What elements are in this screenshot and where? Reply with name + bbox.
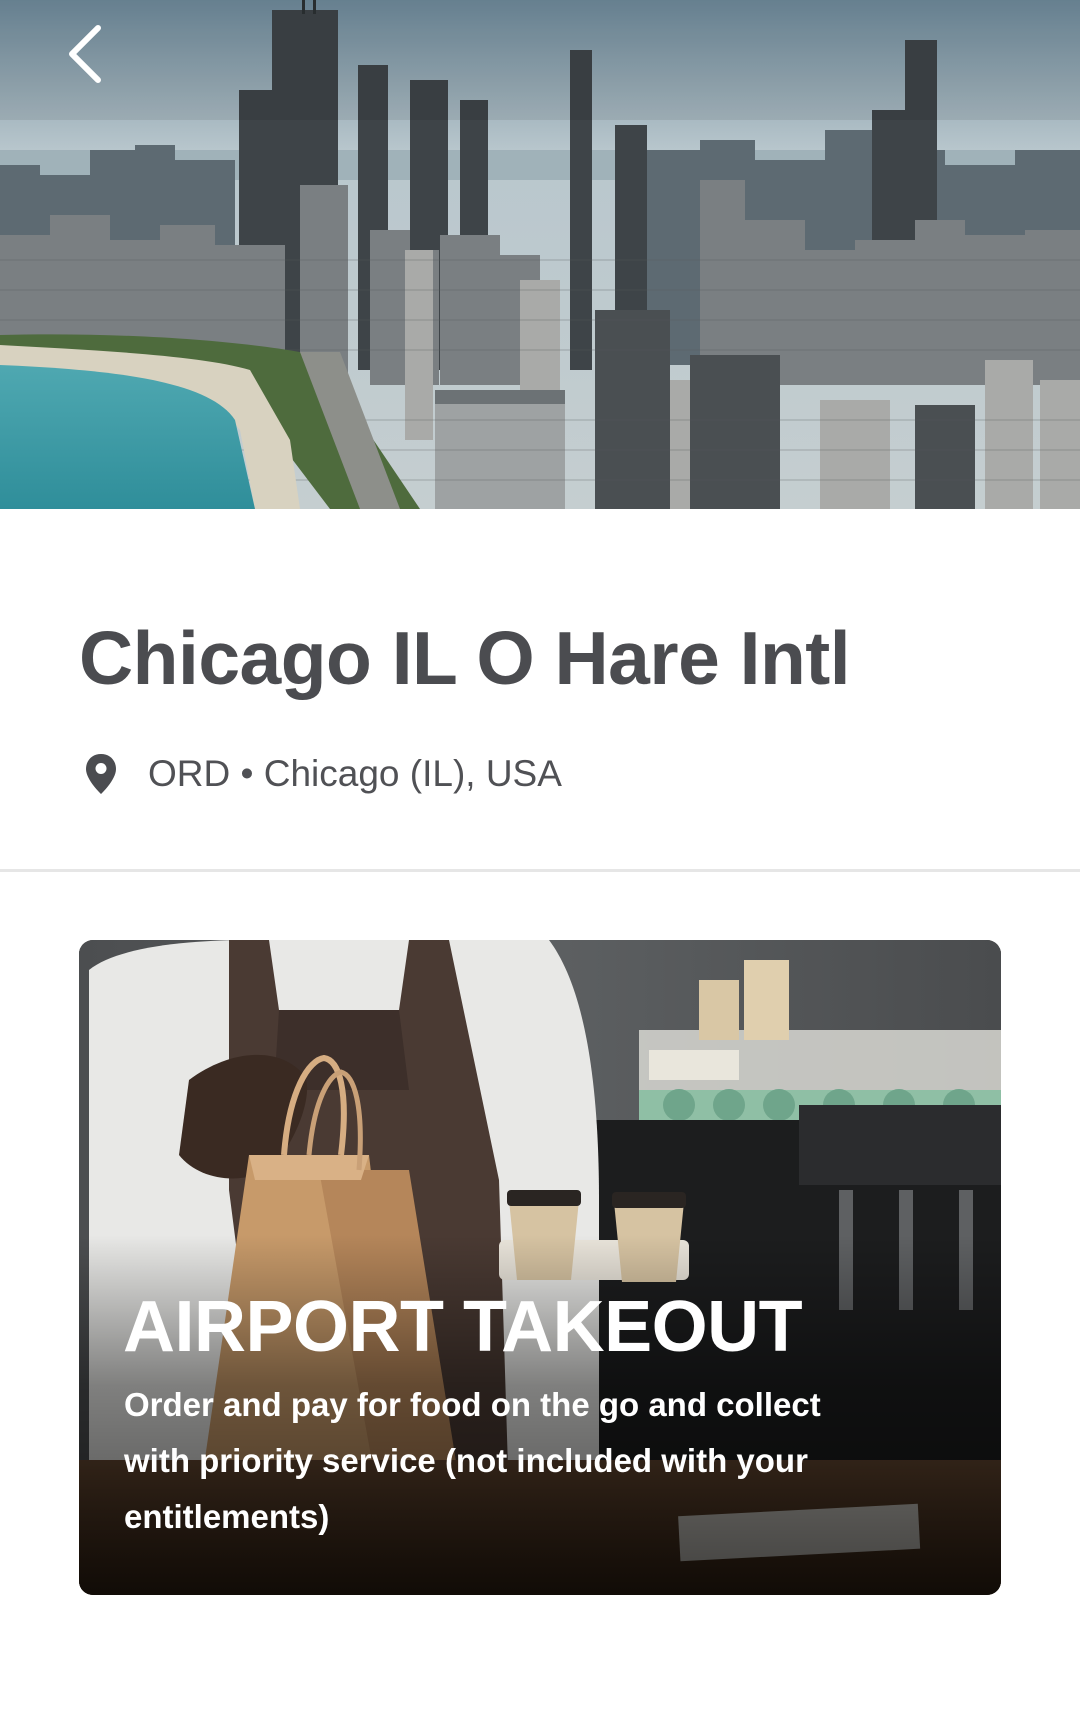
city-skyline-illustration [0,0,1080,509]
airport-detail-screen: Chicago IL O Hare Intl ORD • Chicago (IL… [0,0,1080,1728]
section-divider [0,869,1080,872]
airport-name: Chicago IL O Hare Intl [79,616,851,700]
takeout-card-description: Order and pay for food on the go and col… [124,1386,821,1535]
airport-location-row: ORD • Chicago (IL), USA [84,749,562,799]
airport-info-section: Chicago IL O Hare Intl ORD • Chicago (IL… [0,509,1080,870]
back-button[interactable] [64,22,128,94]
map-pin-icon [86,754,116,794]
airport-takeout-card[interactable]: AIRPORT TAKEOUT Order and pay for food o… [79,940,1001,1595]
chevron-left-icon [69,25,101,83]
hero-city-image [0,0,1080,509]
airport-location-text: ORD • Chicago (IL), USA [148,753,562,794]
takeout-card-title: AIRPORT TAKEOUT [123,1287,803,1367]
